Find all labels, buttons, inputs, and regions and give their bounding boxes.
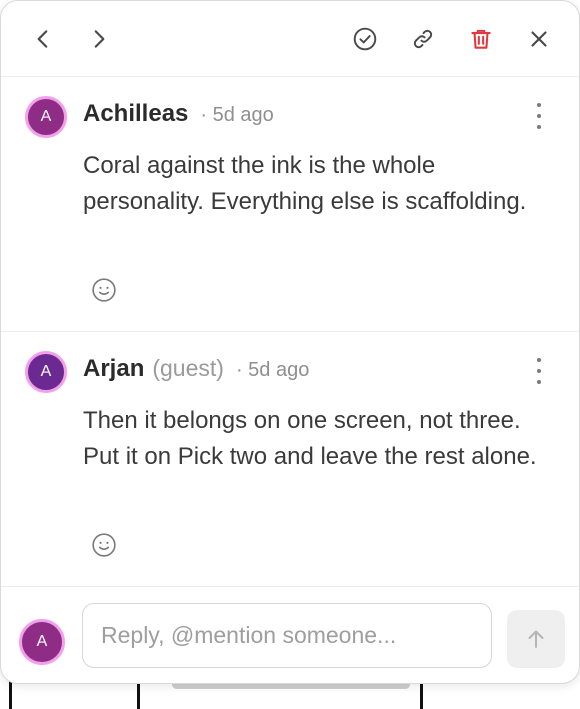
comment-menu-button[interactable] <box>529 103 549 129</box>
chevron-right-icon <box>94 30 105 48</box>
author-name: Achilleas <box>83 100 189 127</box>
reply-composer: A <box>1 588 579 683</box>
guest-tag: (guest) <box>152 355 224 381</box>
chevron-left-icon <box>37 30 48 48</box>
timestamp: · 5d ago <box>235 359 310 381</box>
add-reaction-button[interactable] <box>91 277 117 303</box>
comment-header: Arjan (guest) · 5d ago <box>83 355 309 387</box>
comment-item: A Achilleas · 5d ago Coral against the i… <box>1 78 579 332</box>
copy-link-button[interactable] <box>407 23 439 55</box>
arrow-up-icon <box>528 630 544 648</box>
link-icon <box>413 29 433 49</box>
check-circle-icon <box>353 27 377 51</box>
send-reply-button[interactable] <box>507 610 565 668</box>
comment-thread-panel: A Achilleas · 5d ago Coral against the i… <box>0 0 580 684</box>
avatar[interactable]: A <box>25 96 67 138</box>
resolve-button[interactable] <box>349 23 381 55</box>
comment-text: Coral against the ink is the whole perso… <box>83 152 527 215</box>
add-reaction-button[interactable] <box>91 532 117 558</box>
trash-icon <box>471 29 491 49</box>
close-button[interactable] <box>523 23 555 55</box>
reply-input[interactable] <box>82 603 492 668</box>
comment-item: A Arjan (guest) · 5d ago Then it belongs… <box>1 333 579 587</box>
current-user-avatar[interactable]: A <box>19 619 65 665</box>
close-icon <box>531 31 547 47</box>
smiley-icon <box>92 278 116 302</box>
smiley-icon <box>92 533 116 557</box>
comment-header: Achilleas · 5d ago <box>83 100 274 132</box>
thread-toolbar <box>1 1 579 77</box>
delete-thread-button[interactable] <box>465 23 497 55</box>
timestamp: · 5d ago <box>200 104 274 126</box>
avatar[interactable]: A <box>25 351 67 393</box>
author-name: Arjan <box>83 355 145 382</box>
next-thread-button[interactable] <box>83 23 115 55</box>
previous-thread-button[interactable] <box>27 23 59 55</box>
comment-text: Then it belongs on one screen, not three… <box>83 407 537 470</box>
comment-menu-button[interactable] <box>529 358 549 384</box>
